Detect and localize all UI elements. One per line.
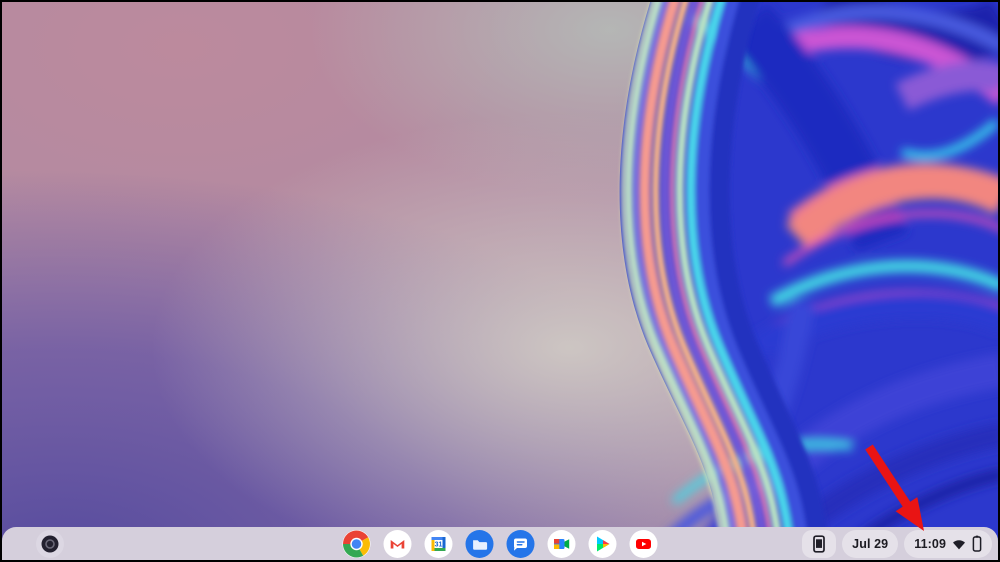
clock-label: 11:09 bbox=[914, 537, 946, 551]
status-tray-button[interactable]: 11:09 bbox=[904, 530, 992, 558]
date-label: Jul 29 bbox=[852, 537, 888, 551]
date-button[interactable]: Jul 29 bbox=[842, 530, 898, 558]
app-messages-button[interactable] bbox=[507, 530, 535, 558]
app-chrome-button[interactable] bbox=[343, 530, 371, 558]
wifi-full-icon bbox=[952, 538, 966, 550]
app-gmail-button[interactable] bbox=[384, 530, 412, 558]
files-folder-icon bbox=[466, 530, 494, 558]
play-store-icon bbox=[589, 530, 617, 558]
svg-text:31: 31 bbox=[435, 541, 443, 548]
messages-chat-icon bbox=[507, 530, 535, 558]
calendar-icon: 31 bbox=[425, 530, 453, 558]
meet-camera-icon bbox=[548, 530, 576, 558]
desktop-wallpaper bbox=[2, 2, 998, 560]
gmail-icon bbox=[384, 530, 412, 558]
app-youtube-button[interactable] bbox=[630, 530, 658, 558]
chrome-icon bbox=[343, 530, 371, 558]
battery-outline-icon bbox=[972, 535, 982, 552]
status-area: Jul 29 11:09 bbox=[802, 530, 992, 558]
app-calendar-button[interactable]: 31 bbox=[425, 530, 453, 558]
wallpaper-art bbox=[2, 2, 998, 560]
app-files-button[interactable] bbox=[466, 530, 494, 558]
shelf: 31 bbox=[2, 527, 998, 560]
app-meet-button[interactable] bbox=[548, 530, 576, 558]
launcher-icon bbox=[40, 534, 60, 554]
phone-hub-button[interactable] bbox=[802, 530, 836, 558]
chromeos-desktop: 31 bbox=[0, 0, 1000, 562]
phone-icon bbox=[812, 535, 826, 553]
app-play-store-button[interactable] bbox=[589, 530, 617, 558]
youtube-icon bbox=[630, 530, 658, 558]
launcher-button[interactable] bbox=[36, 530, 64, 558]
shelf-apps: 31 bbox=[343, 530, 658, 558]
